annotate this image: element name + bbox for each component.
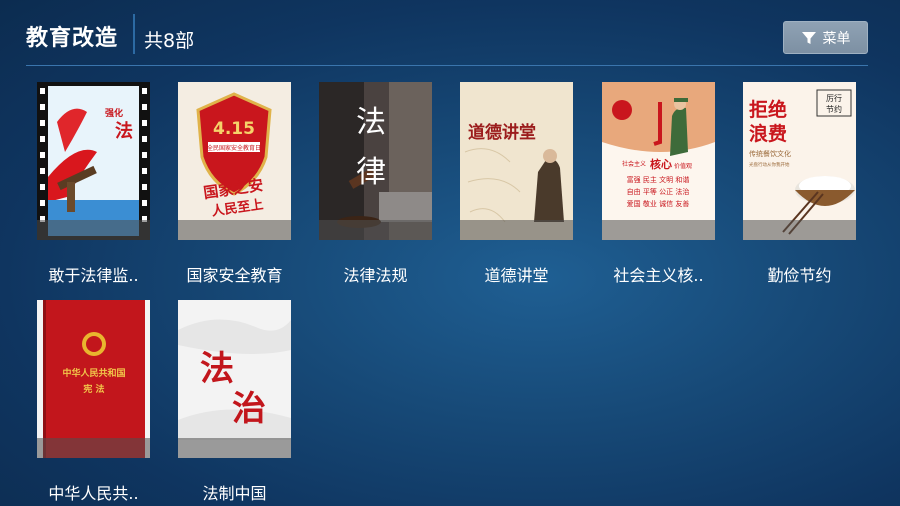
book-cover: 社会主义 核心 价值观 富强 民主 文明 和谐 自由 平等 公正 法治 爱国 敬… <box>602 82 715 240</box>
book-cover: 道德讲堂 <box>460 82 573 240</box>
book-cover: 法 律 <box>319 82 432 240</box>
book-card[interactable]: 拒绝 浪费 厉行 节约 传统餐饮文化 光盘行动从你我开始 勤俭节约 <box>743 82 856 285</box>
book-title: 国家安全教育 <box>186 266 283 285</box>
svg-text:法: 法 <box>200 349 234 389</box>
header-bar: 教育改造 共8部 菜单 <box>0 0 900 66</box>
svg-text:4.15: 4.15 <box>213 119 255 139</box>
book-title: 敢于法律监.. <box>48 266 139 285</box>
svg-text:社会主义: 社会主义 <box>622 160 646 168</box>
cover-shade <box>319 220 432 240</box>
svg-text:治: 治 <box>232 389 266 429</box>
menu-button[interactable]: 菜单 <box>783 21 868 54</box>
svg-text:法: 法 <box>356 105 386 140</box>
svg-text:拒绝: 拒绝 <box>749 98 787 121</box>
book-card[interactable]: 4.15 全民国家安全教育日 国家之安 人民至上 国家安全教育 <box>178 82 291 285</box>
svg-text:爱国 敬业 诚信 友善: 爱国 敬业 诚信 友善 <box>627 199 690 208</box>
cover-shade <box>460 220 573 240</box>
book-title: 道德讲堂 <box>484 266 549 285</box>
book-cover: 拒绝 浪费 厉行 节约 传统餐饮文化 光盘行动从你我开始 <box>743 82 856 240</box>
cover-shade <box>743 220 856 240</box>
book-title: 社会主义核.. <box>613 266 704 285</box>
svg-text:强化: 强化 <box>105 107 123 119</box>
cover-shade <box>37 438 150 458</box>
svg-text:道德讲堂: 道德讲堂 <box>468 122 536 143</box>
svg-text:价值观: 价值观 <box>674 162 692 170</box>
book-card[interactable]: 强化 法 敢于法律监.. <box>37 82 150 285</box>
header-divider <box>26 65 868 66</box>
book-card[interactable]: 社会主义 核心 价值观 富强 民主 文明 和谐 自由 平等 公正 法治 爱国 敬… <box>602 82 715 285</box>
svg-text:全民国家安全教育日: 全民国家安全教育日 <box>207 144 261 152</box>
filter-icon <box>801 31 816 44</box>
svg-text:节约: 节约 <box>826 104 842 114</box>
book-card[interactable]: 中华人民共和国 宪 法 中华人民共.. <box>37 300 150 503</box>
book-title: 中华人民共.. <box>48 484 139 503</box>
cover-shade <box>602 220 715 240</box>
book-title: 勤俭节约 <box>767 266 832 285</box>
cover-shade <box>37 220 150 240</box>
book-cover: 4.15 全民国家安全教育日 国家之安 人民至上 <box>178 82 291 240</box>
svg-text:自由 平等 公正 法治: 自由 平等 公正 法治 <box>627 187 690 196</box>
title-divider <box>133 14 135 54</box>
svg-text:富强 民主 文明 和谐: 富强 民主 文明 和谐 <box>627 175 690 184</box>
svg-text:律: 律 <box>356 155 386 190</box>
book-card[interactable]: 道德讲堂 道德讲堂 <box>460 82 573 285</box>
cover-shade <box>178 438 291 458</box>
svg-text:中华人民共和国: 中华人民共和国 <box>62 367 125 379</box>
page-title: 教育改造 <box>26 26 119 51</box>
svg-text:核心: 核心 <box>650 157 672 171</box>
menu-button-label: 菜单 <box>822 30 851 47</box>
svg-text:光盘行动从你我开始: 光盘行动从你我开始 <box>749 161 790 168</box>
svg-text:传统餐饮文化: 传统餐饮文化 <box>749 149 791 158</box>
book-cover: 法 治 <box>178 300 291 458</box>
svg-text:宪 法: 宪 法 <box>83 383 104 395</box>
book-card[interactable]: 法 律 法律法规 <box>319 82 432 285</box>
svg-text:厉行: 厉行 <box>826 93 842 103</box>
book-card[interactable]: 法 治 法制中国 <box>178 300 291 503</box>
book-cover: 中华人民共和国 宪 法 <box>37 300 150 458</box>
book-title: 法律法规 <box>343 266 408 285</box>
svg-text:浪费: 浪费 <box>749 122 787 145</box>
book-cover: 强化 法 <box>37 82 150 240</box>
book-title: 法制中国 <box>202 484 267 503</box>
svg-text:法: 法 <box>115 120 133 142</box>
cover-shade <box>178 220 291 240</box>
item-count: 共8部 <box>144 30 195 52</box>
